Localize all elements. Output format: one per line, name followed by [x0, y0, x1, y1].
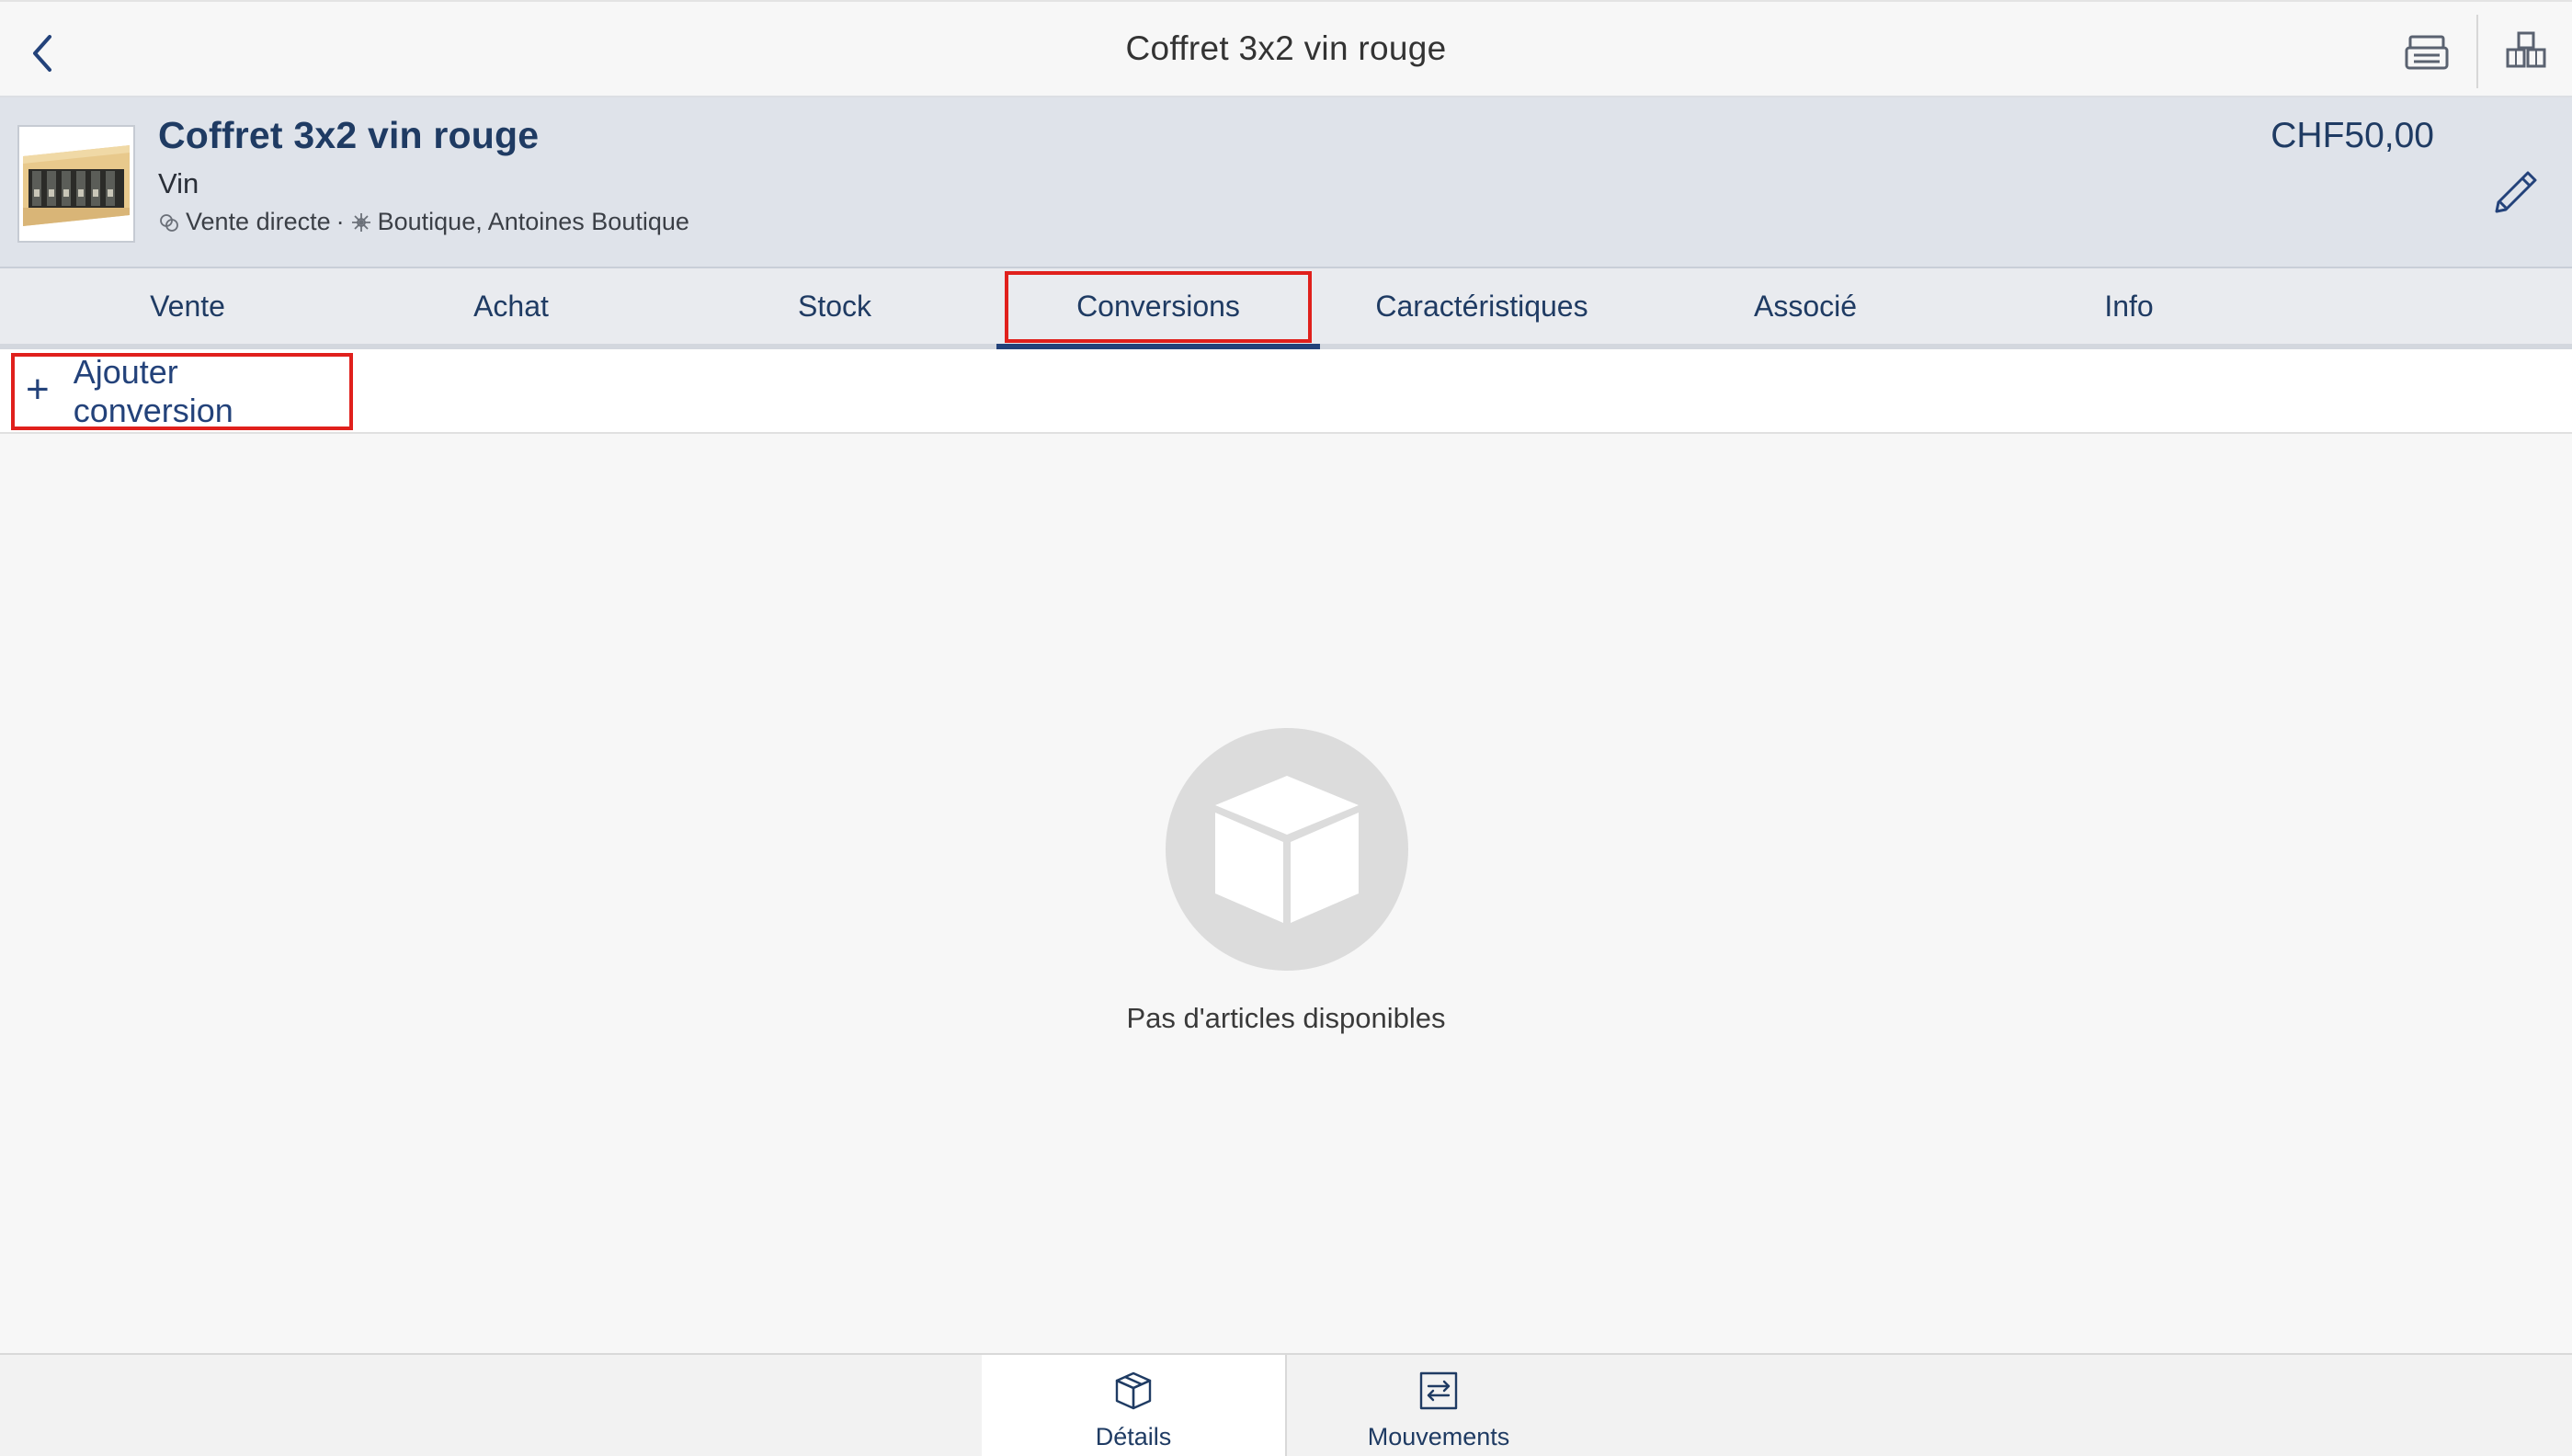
- add-conversion-button[interactable]: + Ajouter conversion: [11, 353, 353, 430]
- tab-stock[interactable]: Stock: [673, 268, 996, 344]
- tab-bar: Vente Achat Stock Conversions Caractéris…: [0, 268, 2572, 349]
- plus-icon: +: [26, 367, 50, 412]
- product-name: Coffret 3x2 vin rouge: [158, 114, 540, 156]
- nav-mouvements-label: Mouvements: [1367, 1423, 1510, 1450]
- empty-state-message: Pas d'articles disponibles: [1126, 1002, 1446, 1034]
- tab-associe[interactable]: Associé: [1644, 268, 1967, 344]
- product-header: Coffret 3x2 vin rouge Vin Vente directe …: [0, 97, 2572, 268]
- nav-details[interactable]: Détails: [982, 1355, 1285, 1456]
- toolbar-divider: [2476, 15, 2478, 88]
- tab-info[interactable]: Info: [1967, 268, 2291, 344]
- bottom-nav: Détails Mouvements: [0, 1353, 2572, 1456]
- meta-separator: ·: [336, 208, 345, 235]
- action-row: + Ajouter conversion: [0, 349, 2572, 434]
- edit-button[interactable]: [2487, 160, 2544, 217]
- sale-type-icon: [160, 213, 178, 232]
- pencil-icon: [2495, 171, 2537, 213]
- product-meta: Vente directe · Boutique, Antoines Bouti…: [158, 208, 689, 236]
- tab-vente[interactable]: Vente: [26, 268, 349, 344]
- register-button[interactable]: [2401, 28, 2453, 79]
- tab-caracteristiques[interactable]: Caractéristiques: [1320, 268, 1644, 344]
- stock-button[interactable]: [2500, 28, 2552, 79]
- product-locations: Boutique, Antoines Boutique: [377, 208, 689, 235]
- page-title: Coffret 3x2 vin rouge: [1125, 29, 1447, 67]
- location-icon: [351, 212, 370, 232]
- register-icon: [2405, 35, 2449, 70]
- product-price: CHF50,00: [2270, 116, 2434, 155]
- top-bar: Coffret 3x2 vin rouge: [0, 0, 2572, 97]
- wine-box-image: [19, 127, 133, 241]
- nav-details-label: Détails: [1095, 1423, 1172, 1450]
- empty-state-badge: [1166, 728, 1408, 971]
- tab-conversions[interactable]: Conversions: [996, 268, 1320, 349]
- sale-type: Vente directe: [186, 208, 331, 235]
- product-thumbnail[interactable]: [17, 125, 135, 243]
- product-category: Vin: [158, 167, 199, 199]
- add-conversion-label: Ajouter conversion: [73, 353, 233, 429]
- cube-icon: [1215, 776, 1359, 923]
- box-icon: [1115, 1371, 1152, 1410]
- nav-mouvements[interactable]: Mouvements: [1287, 1355, 1590, 1456]
- transfer-icon: [1419, 1371, 1458, 1410]
- tab-achat[interactable]: Achat: [349, 268, 673, 344]
- boxes-icon: [2506, 31, 2546, 68]
